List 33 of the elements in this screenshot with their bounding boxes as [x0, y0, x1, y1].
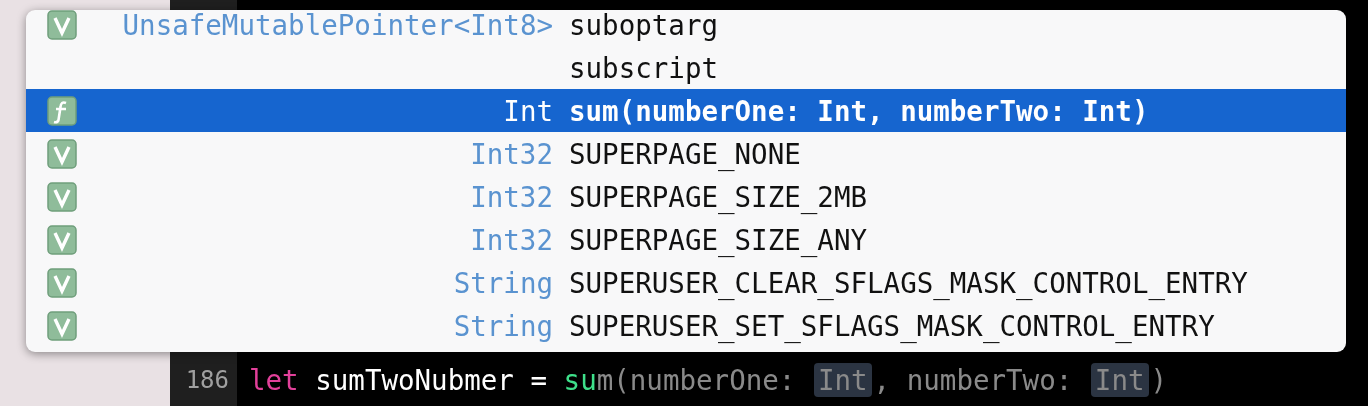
completion-name: SUPERUSER_CLEAR_SFLAGS_MASK_CONTROL_ENTRY [569, 266, 1248, 299]
completion-item[interactable]: subscript [26, 46, 1346, 89]
type-label: Int32 [470, 223, 553, 256]
type-label: Int [503, 94, 553, 127]
code-line: let sumTwoNubmer = sum(numberOne: Int , numberTwo: Int ) [249, 364, 1168, 396]
variable-icon [47, 267, 77, 298]
type-label: String [453, 309, 553, 342]
line-number: 186 [185, 366, 229, 394]
variable-icon [47, 224, 77, 255]
completion-name: sum(numberOne: Int, numberTwo: Int) [569, 94, 1149, 127]
placeholder-token[interactable]: Int [813, 363, 872, 397]
function-icon [47, 95, 77, 126]
completion-name: subscript [569, 51, 718, 84]
variable-icon [47, 310, 77, 341]
completion-item[interactable]: String SUPERUSER_SET_SFLAGS_MASK_CONTROL_ENTRY [26, 304, 1346, 347]
completion-item[interactable]: String SUPERUSER_CLEAR_SFLAGS_MASK_CONTROL_ENTRY [26, 261, 1346, 304]
completion-item[interactable]: UnsafeMutablePointer<Int8> suboptarg [26, 10, 1346, 46]
completion-item[interactable]: Int sum(numberOne: Int, numberTwo: Int) [26, 89, 1346, 132]
completion-item[interactable]: Int32 SUPERPAGE_NONE [26, 132, 1346, 175]
completion-name: SUPERUSER_SET_SFLAGS_MASK_CONTROL_ENTRY [569, 309, 1215, 342]
completion-name: SUPERPAGE_SIZE_ANY [569, 223, 867, 256]
completion-name: SUPERPAGE_SIZE_2MB [569, 180, 867, 213]
type-label: UnsafeMutablePointer<Int8> [122, 10, 553, 41]
placeholder-token[interactable]: Int [1090, 363, 1149, 397]
completion-name: SUPERPAGE_NONE [569, 137, 801, 170]
variable-icon [47, 138, 77, 169]
type-label: Int32 [470, 137, 553, 170]
type-label: Int32 [470, 180, 553, 213]
completion-item[interactable]: Int32 SUPERPAGE_SIZE_2MB [26, 175, 1346, 218]
variable-icon [47, 181, 77, 212]
completion-name: suboptarg [569, 10, 718, 41]
type-label: String [453, 266, 553, 299]
completion-item[interactable]: Int32 SUPERPAGE_SIZE_ANY [26, 218, 1346, 261]
